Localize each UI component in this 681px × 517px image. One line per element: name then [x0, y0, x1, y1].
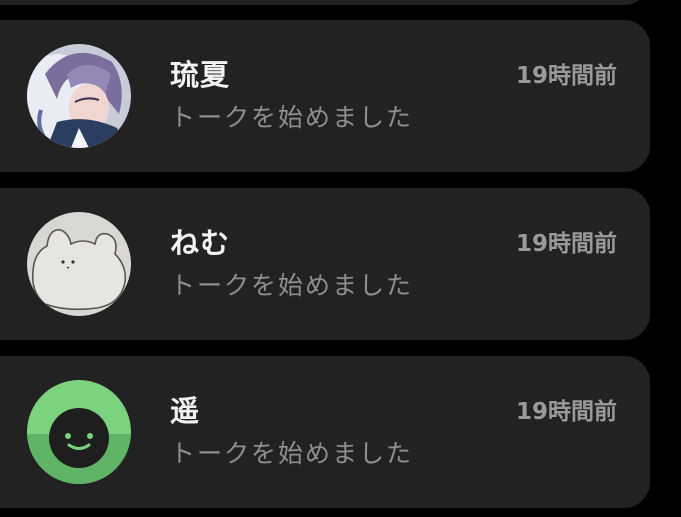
- contact-name: ねむ: [170, 226, 231, 260]
- chat-list-item[interactable]: 遥 19時間前 トークを始めました: [0, 356, 650, 508]
- last-message-preview: トークを始めました: [170, 439, 414, 468]
- chat-list-item[interactable]: 琉夏 19時間前 トークを始めました: [0, 20, 650, 172]
- anime-character-avatar-icon: [27, 44, 131, 148]
- green-smiley-avatar-icon: [27, 380, 131, 484]
- timestamp: 19時間前: [515, 63, 617, 89]
- chat-list-item-partial[interactable]: [0, 0, 650, 5]
- chat-list-item[interactable]: ねむ 19時間前 トークを始めました: [0, 188, 650, 340]
- timestamp: 19時間前: [515, 231, 617, 257]
- last-message-preview: トークを始めました: [170, 271, 414, 300]
- frog-sketch-avatar-icon: [27, 212, 131, 316]
- last-message-preview: トークを始めました: [170, 103, 414, 132]
- contact-name: 琉夏: [170, 58, 231, 92]
- timestamp: 19時間前: [515, 399, 617, 425]
- contact-name: 遥: [170, 394, 201, 428]
- chat-list: 琉夏 19時間前 トークを始めました ねむ 19時間前 トークを始めました 遥 …: [0, 0, 681, 517]
